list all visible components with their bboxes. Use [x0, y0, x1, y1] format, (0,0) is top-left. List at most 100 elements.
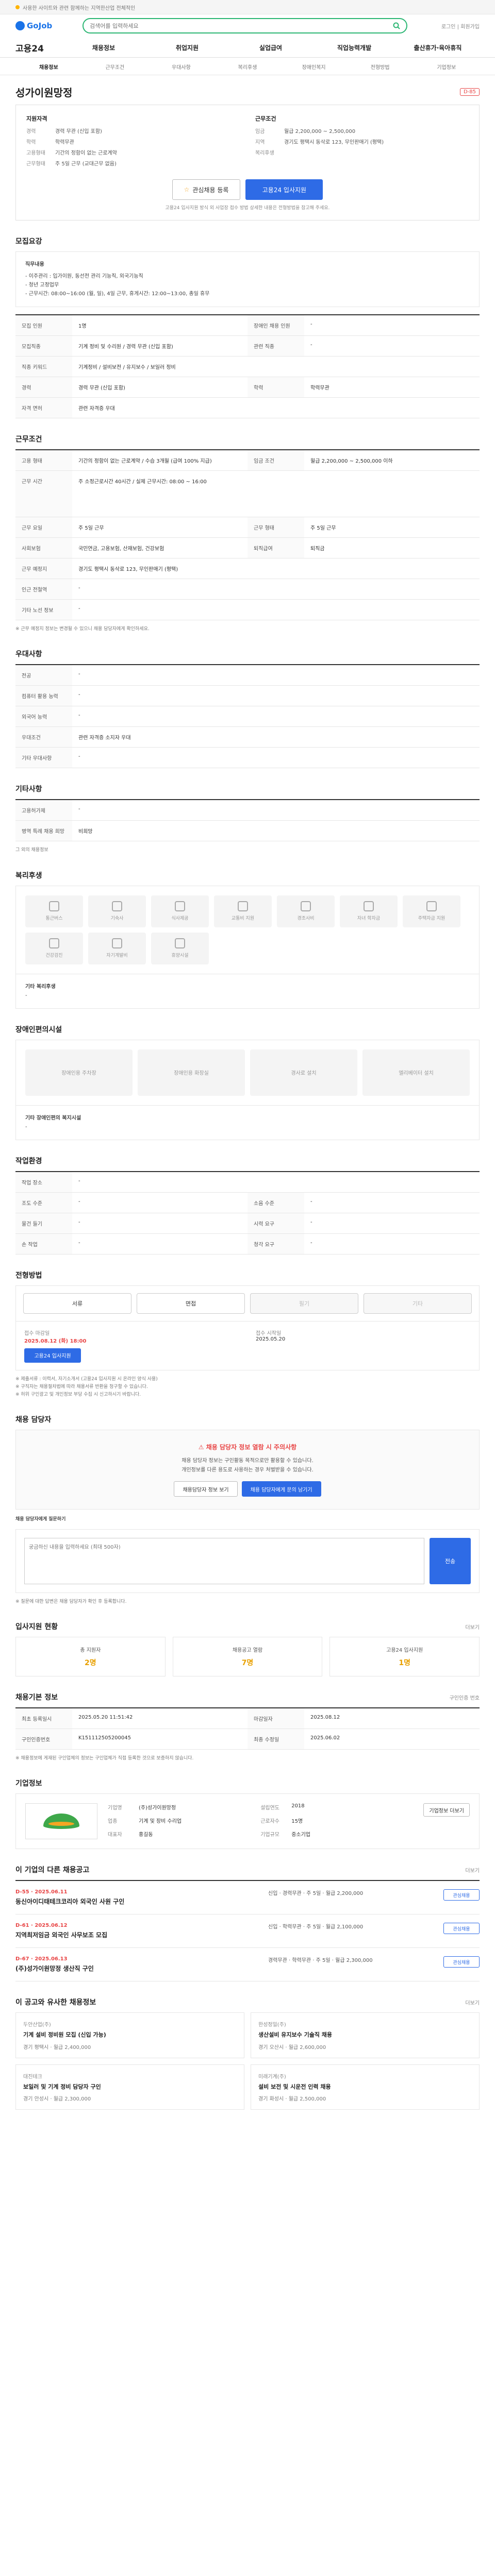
apply-button-secondary[interactable]: 고용24 입사지원: [24, 1348, 81, 1363]
company-logo-icon: [43, 1814, 79, 1829]
job-title[interactable]: (주)성가이원망정 생산직 구인: [15, 1964, 268, 1973]
preference-table: 전공 - 컴퓨터 활용 능력 - 외국어 능력 - 우대조건 관련 자격증 소지자 우대…: [15, 664, 480, 769]
more-job-info-link[interactable]: 그 외의 채용정보: [15, 846, 480, 854]
table-cell: -: [78, 1178, 80, 1184]
welfare-item: 식사제공: [151, 895, 209, 927]
gnb-item-training[interactable]: 직업능력개발: [312, 43, 396, 52]
table-cell: 주 5일 근무: [78, 526, 104, 531]
summary-qualification: 지원자격 경력 경력 무관 (신입 포함) 학력 학력무관 고용형태 기간의 정함이 …: [26, 114, 240, 170]
recommend-card[interactable]: 대진테크 보일러 및 기계 정비 담당자 구인 경기 안성시 · 월급 2,300,…: [15, 2064, 244, 2110]
interest-button[interactable]: ☆ 관심채용 등록: [172, 179, 241, 200]
summary-row: 근무형태 주 5일 근무 (교대근무 없음): [26, 159, 240, 167]
tab-method[interactable]: 전형방법: [347, 63, 414, 71]
warning-icon: ⚠: [198, 1444, 206, 1451]
same-jobs-more-link[interactable]: 더보기: [465, 1866, 480, 1874]
inquiry-alert: ⚠ 채용 담당자 정보 열람 시 주의사항: [28, 1443, 467, 1451]
gnb-item-unemployment[interactable]: 실업급여: [229, 43, 312, 52]
gnb-item-support[interactable]: 취업지원: [145, 43, 229, 52]
welfare-item: 경조사비: [277, 895, 335, 927]
inquiry-notice: ⚠ 채용 담당자 정보 열람 시 주의사항 채용 담당자 정보는 구인활동 목적…: [15, 1430, 480, 1510]
list-item[interactable]: D-55 · 2025.06.11 동신아이디태테크코리아 외국인 사원 구인 신…: [15, 1881, 480, 1915]
rec-title[interactable]: 설비 보전 및 시운전 인력 채용: [258, 2083, 472, 2092]
method-note: ※ 허위 구인광고 및 개인정보 부당 수집 시 신고하시기 바랍니다.: [15, 1392, 141, 1398]
gnb-item-leave[interactable]: 출산휴가·육아휴직: [396, 43, 480, 52]
section-disabled: 장애인편의시설 장애인용 주차장 장애인용 화장실 경사로 설치 엘리베이터 설…: [15, 1009, 480, 1140]
qa-send-button[interactable]: 전송: [430, 1537, 471, 1584]
deadline-label: 접수 마감일: [24, 1330, 50, 1336]
rec-title[interactable]: 보일러 및 기계 정비 담당자 구인: [23, 2083, 237, 2092]
method-note: ※ 제출서류 : 이력서, 자기소개서 (고용24 입사지원 시 온라인 양식 …: [15, 1376, 158, 1382]
section-recruit: 모집요강 직무내용 - 이주관리 : 입가이원, 동선전 관리 기능직, 외국기…: [15, 221, 480, 418]
table-cell: 기간의 정함이 없는 근로계약 / 수습 3개월 (급여 100% 지급): [78, 459, 212, 464]
rec-company: 미래기계(주): [258, 2074, 286, 2080]
section-title: 복리후생: [15, 871, 42, 880]
section-title: 기타사항: [15, 785, 42, 794]
table-cell: -: [310, 321, 312, 327]
welfare-item: 휴양시설: [151, 932, 209, 964]
tab-recruit[interactable]: 채용정보: [15, 63, 82, 71]
apply-button[interactable]: 고용24 입사지원: [245, 179, 323, 200]
site-logo[interactable]: GoJob: [15, 21, 82, 30]
table-cell: -: [78, 585, 80, 591]
job-interest-button[interactable]: 관심채용: [443, 1923, 480, 1935]
gnb-item-jobs[interactable]: 채용정보: [62, 43, 145, 52]
rec-title[interactable]: 기계 설비 정비원 모집 (신입 가능): [23, 2031, 237, 2040]
recommend-card[interactable]: 한성정밀(주) 생산설비 유지보수 기술직 채용 경기 오산시 · 월급 2,600…: [251, 2012, 480, 2058]
disabled-extra-heading: 기타 장애인편의 복지시설: [25, 1115, 81, 1121]
section-title: 장애인편의시설: [15, 1025, 62, 1034]
search-input[interactable]: [90, 22, 393, 29]
table-header: 컴퓨터 활용 능력: [15, 686, 72, 706]
tab-conditions[interactable]: 근무조건: [82, 63, 148, 71]
table-header: 손 작업: [15, 1233, 72, 1254]
job-title[interactable]: 지역최저임금 외국인 사무보조 모집: [15, 1930, 268, 1939]
list-item[interactable]: D-61 · 2025.06.12 지역최저임금 외국인 사무보조 모집 신입 ·…: [15, 1914, 480, 1948]
search-icon[interactable]: [393, 22, 400, 29]
job-date: D-55 · 2025.06.11: [15, 1889, 68, 1895]
inquiry-line: 채용 담당자 정보는 구인활동 목적으로만 활용할 수 있습니다.: [182, 1458, 314, 1464]
company-more-button[interactable]: 기업정보 더보기: [423, 1803, 470, 1817]
rec-meta: 경기 안성시 · 월급 2,300,000: [23, 2096, 91, 2103]
job-interest-button[interactable]: 관심채용: [443, 1889, 480, 1901]
login-links[interactable]: 로그인 | 회원가입: [407, 22, 480, 30]
table-header: 퇴직급여: [248, 538, 304, 558]
table-header: 관련 직종: [248, 336, 304, 356]
table-row: 우대조건 관련 자격증 소지자 우대: [15, 727, 480, 748]
table-row: 근무 예정지 경기도 평택시 동삭로 123, 무인판매기 (평택): [15, 558, 480, 579]
rec-meta: 경기 오산시 · 월급 2,600,000: [258, 2044, 326, 2050]
recommend-card[interactable]: 미래기계(주) 설비 보전 및 시운전 인력 채용 경기 화성시 · 월급 2,50…: [251, 2064, 480, 2110]
leave-inquiry-button[interactable]: 채용 담당자에게 문의 남기기: [241, 1481, 321, 1497]
info-head: 채용기본 정보 구인인증 번호: [15, 1692, 480, 1702]
recommend-more-link[interactable]: 더보기: [465, 1998, 480, 2006]
tab-disabled[interactable]: 장애인복지: [280, 63, 347, 71]
dormitory-icon: [112, 901, 122, 912]
view-contact-button[interactable]: 채용담당자 정보 보기: [174, 1481, 238, 1497]
disabled-item: 경사로 설치: [250, 1049, 357, 1096]
table-cell: -: [310, 1198, 312, 1205]
company-value: (주)성가이원망정: [139, 1805, 176, 1811]
recommend-card[interactable]: 두안산업(주) 기계 설비 정비원 모집 (신입 가능) 경기 평택시 · 월급 2…: [15, 2012, 244, 2058]
table-header: 소음 수준: [248, 1192, 304, 1213]
summary-row: 경력 경력 무관 (신입 포함): [26, 127, 240, 134]
welfare-extra: 기타 복리후생 -: [15, 974, 480, 1009]
summary-value: 경력 무관 (신입 포함): [55, 129, 102, 134]
qa-textarea[interactable]: [24, 1537, 424, 1584]
section-title: 입사지원 현황: [15, 1623, 58, 1632]
gnb-logo[interactable]: 고용24: [15, 41, 62, 54]
list-item[interactable]: D-67 · 2025.06.13 (주)성가이원망정 생산직 구인 경력무관 ·…: [15, 1948, 480, 1982]
table-header: 근무 형태: [248, 517, 304, 537]
rec-title[interactable]: 생산설비 유지보수 기술직 채용: [258, 2031, 472, 2040]
job-title[interactable]: 동신아이디태테크코리아 외국인 사원 구인: [15, 1897, 268, 1906]
welfare-item: 교통비 지원: [214, 895, 272, 927]
table-row: 병역 특례 채용 희망 비희망: [15, 821, 480, 842]
tab-company[interactable]: 기업정보: [413, 63, 480, 71]
tab-preference[interactable]: 우대사항: [148, 63, 214, 71]
info-more-link[interactable]: 구인인증 번호: [450, 1693, 480, 1701]
section-title: 모집요강: [15, 238, 42, 246]
qa-box: 전송: [15, 1529, 480, 1593]
summary-box: 지원자격 경력 경력 무관 (신입 포함) 학력 학력무관 고용형태 기간의 정함이 …: [15, 105, 480, 221]
summary-key: 경력: [26, 129, 36, 134]
job-interest-button[interactable]: 관심채용: [443, 1956, 480, 1968]
tab-welfare[interactable]: 복리후생: [214, 63, 281, 71]
job-description-line: - 근무시간: 08:00~16:00 (월, 일), 4일 근무, 휴게시간:…: [25, 291, 210, 297]
stats-more-link[interactable]: 더보기: [465, 1623, 480, 1631]
